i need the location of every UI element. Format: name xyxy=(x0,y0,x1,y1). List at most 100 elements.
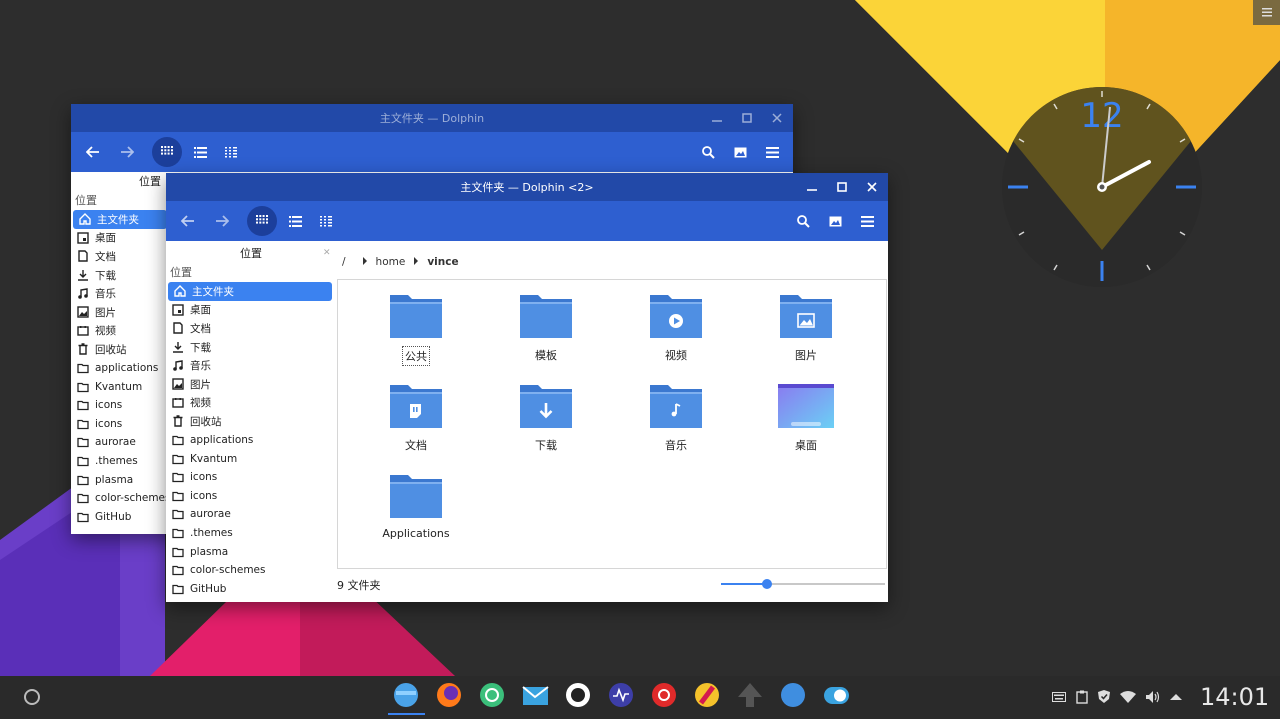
sidebar-item[interactable]: color-schemes xyxy=(71,489,167,508)
github-icon[interactable] xyxy=(564,681,593,711)
firefox-icon[interactable] xyxy=(435,681,464,711)
preview-button[interactable] xyxy=(822,208,848,234)
sidebar-item[interactable]: GitHub xyxy=(166,580,336,599)
breadcrumb-root[interactable]: / xyxy=(342,256,346,268)
sidebar-item[interactable]: icons xyxy=(71,415,167,434)
sidebar-item[interactable]: 桌面 xyxy=(71,229,167,248)
app-launcher-button[interactable] xyxy=(24,689,40,705)
forward-button[interactable] xyxy=(209,208,235,234)
sidebar-item[interactable]: 主文件夹 xyxy=(73,210,167,229)
zoom-slider[interactable] xyxy=(721,577,885,591)
icons-view-button[interactable] xyxy=(152,137,182,167)
sidebar-item[interactable]: 主文件夹 xyxy=(168,282,332,301)
titlebar[interactable]: 主文件夹 — Dolphin <2> xyxy=(166,173,888,201)
close-button[interactable] xyxy=(769,110,785,126)
slider-handle[interactable] xyxy=(761,579,772,589)
file-item[interactable]: 模板 xyxy=(501,292,591,364)
menu-button[interactable] xyxy=(759,139,785,165)
media-player-icon[interactable] xyxy=(693,681,722,711)
file-item[interactable]: 音乐 xyxy=(631,382,721,454)
keyboard-icon[interactable] xyxy=(1052,692,1066,702)
chevron-right-icon[interactable] xyxy=(413,257,419,265)
music-icon xyxy=(78,287,88,299)
file-item[interactable]: 下载 xyxy=(501,382,591,454)
sidebar-item[interactable]: Kvantum xyxy=(71,377,167,396)
sidebar-item[interactable]: icons xyxy=(71,396,167,415)
sidebar-item[interactable]: 音乐 xyxy=(166,356,336,375)
sidebar-item[interactable]: 回收站 xyxy=(71,340,167,359)
sidebar-item[interactable]: applications xyxy=(71,359,167,378)
forward-button[interactable] xyxy=(114,139,140,165)
close-button[interactable] xyxy=(864,179,880,195)
details-view-button[interactable] xyxy=(282,208,308,234)
file-view[interactable]: 公共 模板 视频 图片 文档 下载 音乐 桌面 Applications xyxy=(337,279,887,569)
sidebar-item[interactable]: Kvantum xyxy=(166,449,336,468)
sidebar-item[interactable]: 桌面 xyxy=(166,301,336,320)
folder-app-icon[interactable] xyxy=(779,681,808,711)
minimize-button[interactable] xyxy=(709,110,725,126)
task-dolphin[interactable] xyxy=(388,681,425,715)
details-view-button[interactable] xyxy=(187,139,213,165)
volume-icon[interactable] xyxy=(1146,691,1160,703)
sidebar-item[interactable]: 下载 xyxy=(71,266,167,285)
sidebar-item[interactable]: .themes xyxy=(71,452,167,471)
system-monitor-icon[interactable] xyxy=(607,681,636,711)
sidebar-item[interactable]: 音乐 xyxy=(71,284,167,303)
sidebar-item[interactable]: aurorae xyxy=(166,505,336,524)
sidebar-item[interactable]: 图片 xyxy=(166,375,336,394)
sidebar-item[interactable]: GitHub xyxy=(71,508,167,527)
taskbar-clock[interactable]: 14:01 xyxy=(1200,683,1269,711)
chevron-up-icon[interactable] xyxy=(1170,693,1182,701)
maximize-button[interactable] xyxy=(834,179,850,195)
clipboard-icon[interactable] xyxy=(1076,690,1088,704)
sidebar-item[interactable]: icons xyxy=(166,487,336,506)
sidebar-item[interactable]: 下载 xyxy=(166,338,336,357)
titlebar[interactable]: 主文件夹 — Dolphin xyxy=(71,104,793,132)
sidebar-item[interactable]: .themes xyxy=(166,524,336,543)
compact-view-button[interactable] xyxy=(218,139,244,165)
sidebar-item[interactable]: aurorae xyxy=(71,433,167,452)
sidebar-item[interactable]: 视频 xyxy=(166,394,336,413)
minimize-button[interactable] xyxy=(804,179,820,195)
sidebar-item[interactable]: 回收站 xyxy=(166,412,336,431)
sidebar-item[interactable]: applications xyxy=(166,431,336,450)
breadcrumb-home[interactable]: home xyxy=(376,256,406,268)
breadcrumb-current[interactable]: vince xyxy=(427,256,458,268)
mail-icon[interactable] xyxy=(521,681,550,711)
file-item[interactable]: Applications xyxy=(371,472,461,541)
back-button[interactable] xyxy=(80,139,106,165)
file-item[interactable]: 图片 xyxy=(761,292,851,364)
sidebar-item[interactable]: plasma xyxy=(166,542,336,561)
file-item[interactable]: 文档 xyxy=(371,382,461,454)
icons-view-button[interactable] xyxy=(247,206,277,236)
sidebar-item[interactable]: color-schemes xyxy=(166,561,336,580)
maximize-button[interactable] xyxy=(739,110,755,126)
netease-music-icon[interactable] xyxy=(650,681,679,711)
shield-icon[interactable] xyxy=(1098,690,1110,704)
wifi-icon[interactable] xyxy=(1120,691,1136,703)
inkscape-icon[interactable] xyxy=(736,681,765,711)
file-item[interactable]: 视频 xyxy=(631,292,721,364)
preview-button[interactable] xyxy=(727,139,753,165)
file-item[interactable]: 公共 xyxy=(371,292,461,366)
toggle-app-icon[interactable] xyxy=(822,681,851,711)
back-button[interactable] xyxy=(175,208,201,234)
menu-button[interactable] xyxy=(854,208,880,234)
compact-view-button[interactable] xyxy=(313,208,339,234)
desktop-menu-button[interactable] xyxy=(1253,0,1280,25)
search-button[interactable] xyxy=(790,208,816,234)
sidebar-item[interactable]: 文档 xyxy=(166,319,336,338)
dolphin-window-front[interactable]: 主文件夹 — Dolphin <2> 位置 位置 主文件夹 桌面 文档 下载 音… xyxy=(166,173,888,602)
sidebar-item[interactable]: 图片 xyxy=(71,303,167,322)
sidebar-item[interactable]: 文档 xyxy=(71,247,167,266)
chevron-right-icon[interactable] xyxy=(362,257,368,265)
sidebar-item-icon xyxy=(172,471,184,483)
chatgpt-icon[interactable] xyxy=(478,681,507,711)
sidebar-item-label: icons xyxy=(190,471,218,484)
close-panel-icon[interactable]: ✕ xyxy=(323,248,331,258)
sidebar-item[interactable]: plasma xyxy=(71,470,167,489)
sidebar-item[interactable]: 视频 xyxy=(71,322,167,341)
sidebar-item[interactable]: icons xyxy=(166,468,336,487)
search-button[interactable] xyxy=(695,139,721,165)
file-item[interactable]: 桌面 xyxy=(761,382,851,454)
